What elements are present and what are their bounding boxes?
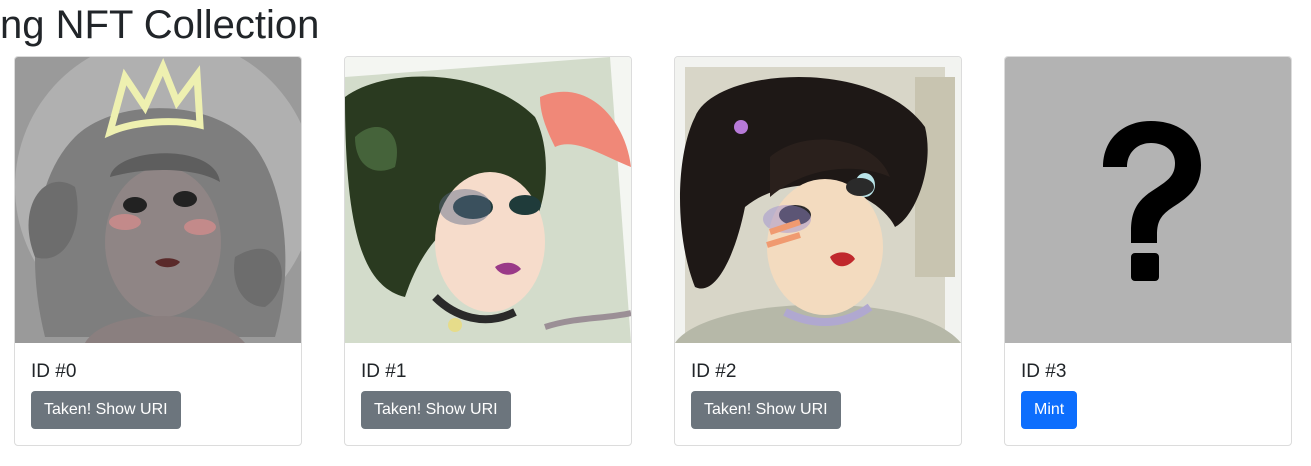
portrait-green-hair-icon <box>345 57 631 343</box>
nft-id-label: ID #2 <box>691 361 737 382</box>
nft-id-label: ID #0 <box>31 361 77 382</box>
nft-image-1[interactable] <box>345 57 631 343</box>
nft-card-1: ID #1 Taken! Show URI <box>344 56 632 446</box>
show-uri-button[interactable]: Taken! Show URI <box>361 391 511 429</box>
nft-image-3[interactable] <box>1005 57 1291 343</box>
nft-id-label: ID #1 <box>361 361 407 382</box>
nft-image-0[interactable] <box>15 57 301 343</box>
portrait-crowned-grey-icon <box>15 57 301 343</box>
nft-id-label: ID #3 <box>1021 361 1067 382</box>
nft-card-3: ID #3 Mint <box>1004 56 1292 446</box>
show-uri-button[interactable]: Taken! Show URI <box>691 391 841 429</box>
page-title: ining NFT Collection <box>0 3 320 47</box>
nft-card-2: ID #2 Taken! Show URI <box>674 56 962 446</box>
question-mark-placeholder-icon <box>1005 57 1291 343</box>
portrait-dark-hair-icon <box>675 57 961 343</box>
mint-button[interactable]: Mint <box>1021 391 1078 429</box>
show-uri-button[interactable]: Taken! Show URI <box>31 391 181 429</box>
nft-image-2[interactable] <box>675 57 961 343</box>
nft-card-0: ID #0 Taken! Show URI <box>14 56 302 446</box>
